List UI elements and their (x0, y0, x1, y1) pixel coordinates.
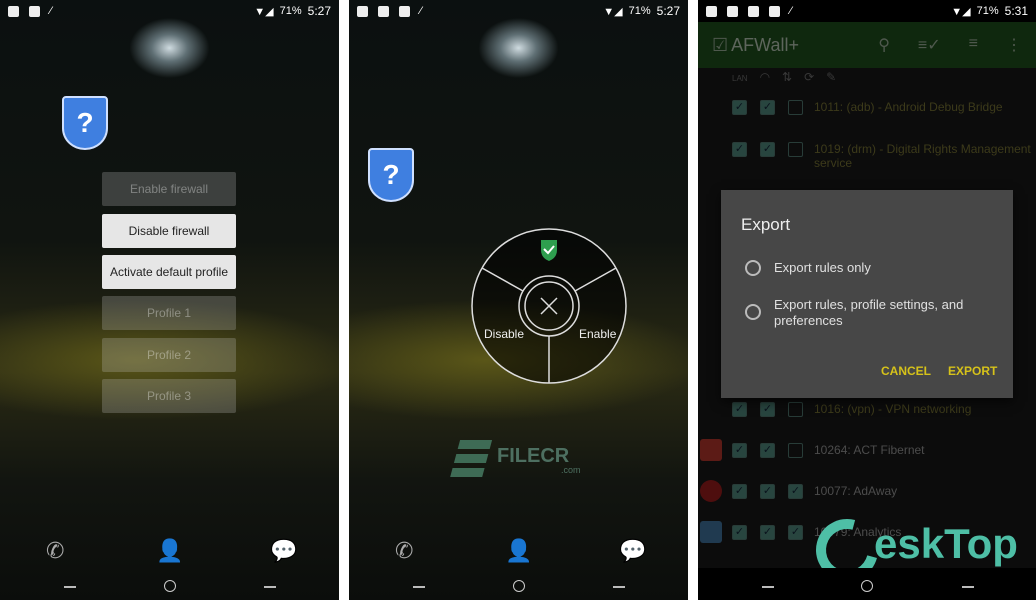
home-button[interactable] (512, 580, 525, 592)
battery-level: 71% (279, 5, 302, 17)
clock: 5:27 (307, 4, 331, 18)
pen-icon: ⁄ (50, 5, 52, 17)
export-rules-only-radio[interactable] (745, 260, 761, 276)
cancel-button[interactable]: CANCEL (881, 364, 931, 378)
activate-default-profile-button[interactable]: Activate default profile (102, 255, 236, 289)
afwall-notification-icon (378, 5, 389, 17)
status-bar: ⁄ ▼◢ 71% 5:27 (0, 0, 339, 22)
back-button[interactable] (413, 586, 425, 588)
nav-bar (0, 560, 339, 600)
filecr-watermark-sub: .com (561, 465, 581, 475)
export-button[interactable]: EXPORT (948, 364, 997, 378)
export-rules-only-label[interactable]: Export rules only (774, 260, 871, 276)
export-all-label[interactable]: Export rules, profile settings, and pref… (774, 297, 994, 329)
enable-option[interactable]: Enable (579, 327, 616, 341)
wifi-icon: ▼◢ (254, 5, 274, 18)
shield-notification-icon (748, 5, 759, 17)
screen-widget-menu: ⁄ ▼◢ 71% 5:27 ? Enable firewall Disable fi… (0, 0, 339, 600)
export-dialog: Export Export rules only Export rules, p… (721, 190, 1013, 398)
shield-notification-icon (399, 5, 410, 17)
pen-icon: ⁄ (420, 5, 422, 17)
screen-afwall-export: ⁄ ▼◢ 71% 5:31 ☑ AFWall+ ⚲ ≡✓ ≡ ⋮ LAN ◠ ⇅ ⟳ ✎ … (698, 0, 1036, 600)
cat-notification-icon (769, 5, 780, 17)
screen-radial-menu: ⁄ ▼◢ 71% 5:27 ? Disable Enable FILECR .com… (349, 0, 688, 600)
status-bar: ⁄ ▼◢ 71% 5:31 (698, 0, 1036, 22)
afwall-notification-icon (8, 5, 19, 17)
dialog-title: Export (741, 215, 791, 234)
nav-bar (698, 568, 1036, 600)
profile-1-button[interactable]: Profile 1 (102, 296, 236, 330)
clock: 5:31 (1004, 4, 1028, 18)
back-button[interactable] (762, 586, 774, 588)
question-shield-icon[interactable]: ? (368, 148, 414, 202)
wifi-icon: ▼◢ (951, 5, 971, 18)
desktop-watermark: eskTop (874, 520, 1018, 567)
battery-level: 71% (628, 5, 651, 17)
shield-notification-icon (29, 5, 40, 17)
status-bar: ⁄ ▼◢ 71% 5:27 (349, 0, 688, 22)
profile-3-button[interactable]: Profile 3 (102, 379, 236, 413)
export-all-radio[interactable] (745, 304, 761, 320)
afwall-notification-icon (727, 5, 738, 17)
recents-button[interactable] (613, 586, 625, 588)
disable-firewall-button[interactable]: Disable firewall (102, 214, 236, 248)
image-notification-icon (706, 5, 717, 17)
pen-icon: ⁄ (790, 5, 792, 17)
battery-level: 71% (976, 5, 999, 17)
home-button[interactable] (861, 580, 873, 592)
wifi-icon: ▼◢ (603, 5, 623, 18)
image-notification-icon (357, 5, 368, 17)
recents-button[interactable] (264, 586, 276, 588)
disable-option[interactable]: Disable (484, 327, 524, 341)
radial-menu (471, 228, 627, 384)
home-button[interactable] (163, 580, 176, 592)
question-shield-icon[interactable]: ? (62, 96, 108, 150)
profile-2-button[interactable]: Profile 2 (102, 338, 236, 372)
back-button[interactable] (64, 586, 76, 588)
nav-bar (349, 560, 688, 600)
recents-button[interactable] (962, 586, 974, 588)
enable-firewall-button[interactable]: Enable firewall (102, 172, 236, 206)
clock: 5:27 (656, 4, 680, 18)
filecr-watermark: FILECR (497, 445, 570, 467)
